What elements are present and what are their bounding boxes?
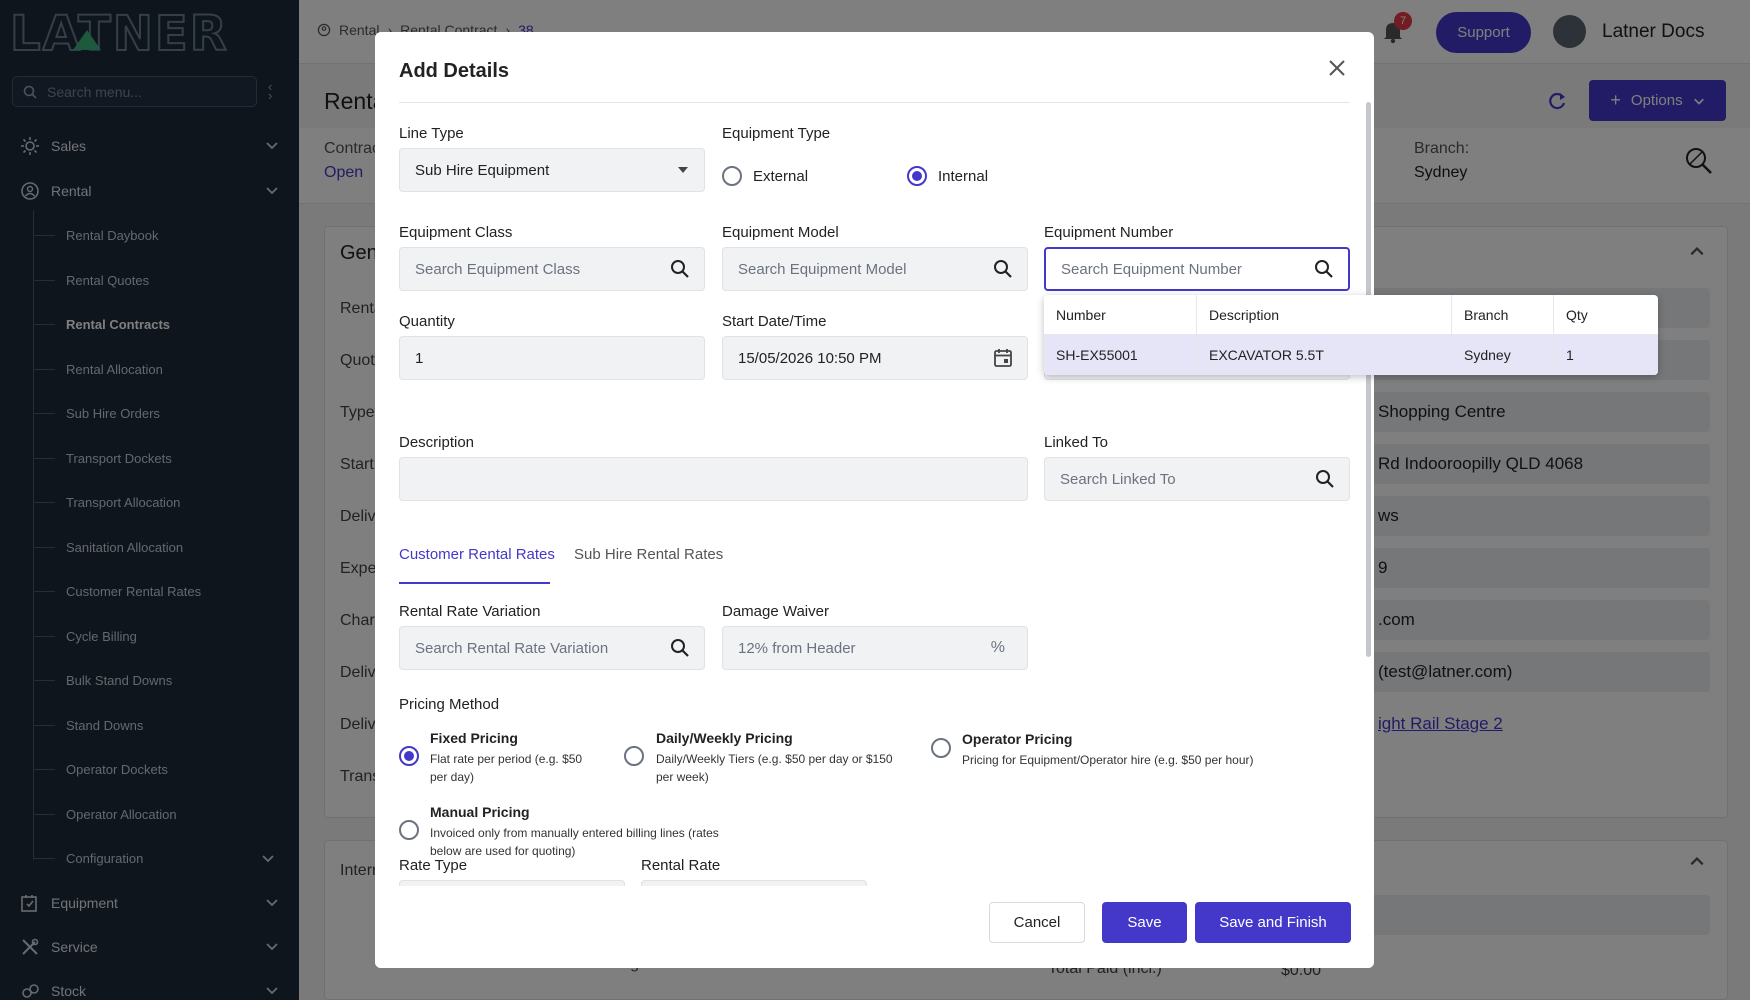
search-icon[interactable] bbox=[670, 638, 690, 658]
cell-number: SH-EX55001 bbox=[1044, 335, 1197, 375]
pricing-method-label: Pricing Method bbox=[399, 696, 500, 713]
quantity-label: Quantity bbox=[399, 313, 455, 330]
damage-waiver-input[interactable] bbox=[738, 639, 1012, 657]
rate-variation-input[interactable] bbox=[415, 639, 689, 657]
start-datetime-input[interactable] bbox=[738, 349, 1012, 367]
tab-customer-rental-rates[interactable]: Customer Rental Rates bbox=[399, 546, 555, 563]
add-details-modal: Add Details Line Type Sub Hire Equipment… bbox=[375, 32, 1374, 968]
cell-branch: Sydney bbox=[1452, 335, 1554, 375]
equipment-number-results: Number Description Branch Qty SH-EX55001… bbox=[1044, 295, 1658, 375]
cell-qty: 1 bbox=[1566, 347, 1574, 363]
search-icon[interactable] bbox=[1315, 469, 1335, 489]
save-and-finish-button[interactable]: Save and Finish bbox=[1195, 902, 1351, 943]
equipment-number-input[interactable] bbox=[1061, 260, 1333, 278]
description-field[interactable] bbox=[399, 457, 1028, 501]
radio-external[interactable] bbox=[722, 166, 742, 186]
search-icon[interactable] bbox=[1314, 259, 1334, 279]
damage-waiver-label: Damage Waiver bbox=[722, 603, 829, 620]
equipment-class-input[interactable] bbox=[415, 260, 689, 278]
equipment-model-input[interactable] bbox=[738, 260, 1012, 278]
radio-daily-weekly-pricing[interactable] bbox=[624, 746, 644, 766]
operator-pricing-title[interactable]: Operator Pricing bbox=[962, 731, 1072, 747]
equipment-type-label: Equipment Type bbox=[722, 125, 831, 142]
quantity-field[interactable] bbox=[399, 336, 705, 380]
radio-operator-pricing[interactable] bbox=[931, 738, 951, 758]
rental-rate-label: Rental Rate bbox=[641, 857, 721, 874]
operator-pricing-desc: Pricing for Equipment/Operator hire (e.g… bbox=[962, 753, 1254, 767]
save-button[interactable]: Save bbox=[1102, 902, 1187, 943]
equipment-number-field[interactable] bbox=[1044, 247, 1350, 291]
equipment-model-label: Equipment Model bbox=[722, 224, 839, 241]
line-type-select[interactable]: Sub Hire Equipment bbox=[399, 148, 705, 192]
manual-pricing-title[interactable]: Manual Pricing bbox=[430, 804, 530, 820]
search-icon[interactable] bbox=[993, 259, 1013, 279]
manual-pricing-desc: Invoiced only from manually entered bill… bbox=[430, 826, 719, 840]
start-datetime-field[interactable] bbox=[722, 336, 1028, 380]
description-input[interactable] bbox=[415, 470, 1012, 488]
equipment-class-field[interactable] bbox=[399, 247, 705, 291]
radio-fixed-pricing[interactable] bbox=[399, 746, 419, 766]
header-qty: Qty bbox=[1566, 307, 1588, 323]
calendar-icon[interactable] bbox=[993, 348, 1013, 368]
rate-variation-field[interactable] bbox=[399, 626, 705, 670]
daily-weekly-pricing-title[interactable]: Daily/Weekly Pricing bbox=[656, 730, 793, 746]
close-icon[interactable] bbox=[1329, 60, 1345, 76]
radio-internal[interactable] bbox=[907, 166, 927, 186]
header-branch: Branch bbox=[1452, 295, 1554, 335]
radio-manual-pricing[interactable] bbox=[399, 820, 419, 840]
equipment-model-field[interactable] bbox=[722, 247, 1028, 291]
modal-title: Add Details bbox=[399, 60, 510, 82]
start-datetime-label: Start Date/Time bbox=[722, 313, 827, 330]
linked-to-label: Linked To bbox=[1044, 434, 1108, 451]
equipment-number-label: Equipment Number bbox=[1044, 224, 1174, 241]
header-number: Number bbox=[1044, 295, 1197, 335]
daily-weekly-pricing-desc: per week) bbox=[656, 770, 709, 784]
tab-sub-hire-rental-rates[interactable]: Sub Hire Rental Rates bbox=[574, 546, 723, 563]
table-row[interactable]: SH-EX55001 EXCAVATOR 5.5T Sydney 1 bbox=[1044, 335, 1658, 375]
equipment-class-label: Equipment Class bbox=[399, 224, 513, 241]
description-label: Description bbox=[399, 434, 475, 451]
active-tab-indicator bbox=[399, 582, 550, 584]
cancel-button[interactable]: Cancel bbox=[989, 902, 1085, 943]
percent-suffix: % bbox=[990, 639, 1005, 656]
fixed-pricing-desc: per day) bbox=[430, 770, 475, 784]
cell-description: EXCAVATOR 5.5T bbox=[1197, 335, 1452, 375]
daily-weekly-pricing-desc: Daily/Weekly Tiers (e.g. $50 per day or … bbox=[656, 752, 893, 766]
damage-waiver-field[interactable]: % bbox=[722, 626, 1028, 670]
search-icon[interactable] bbox=[670, 259, 690, 279]
modal-divider bbox=[399, 102, 1350, 103]
caret-down-icon bbox=[678, 167, 688, 173]
radio-external-label[interactable]: External bbox=[753, 168, 808, 185]
rate-variation-label: Rental Rate Variation bbox=[399, 603, 541, 620]
results-header: Number Description Branch Qty bbox=[1044, 295, 1658, 335]
quantity-input[interactable] bbox=[415, 349, 689, 367]
fixed-pricing-desc: Flat rate per period (e.g. $50 bbox=[430, 752, 583, 766]
radio-internal-label[interactable]: Internal bbox=[938, 168, 988, 185]
rate-type-label: Rate Type bbox=[399, 857, 468, 874]
line-type-value: Sub Hire Equipment bbox=[415, 161, 550, 179]
linked-to-input[interactable] bbox=[1060, 470, 1334, 488]
modal-scrollbar[interactable] bbox=[1366, 102, 1371, 657]
line-type-label: Line Type bbox=[399, 125, 464, 142]
fixed-pricing-title[interactable]: Fixed Pricing bbox=[430, 730, 518, 746]
linked-to-field[interactable] bbox=[1044, 457, 1350, 501]
header-description: Description bbox=[1197, 295, 1452, 335]
